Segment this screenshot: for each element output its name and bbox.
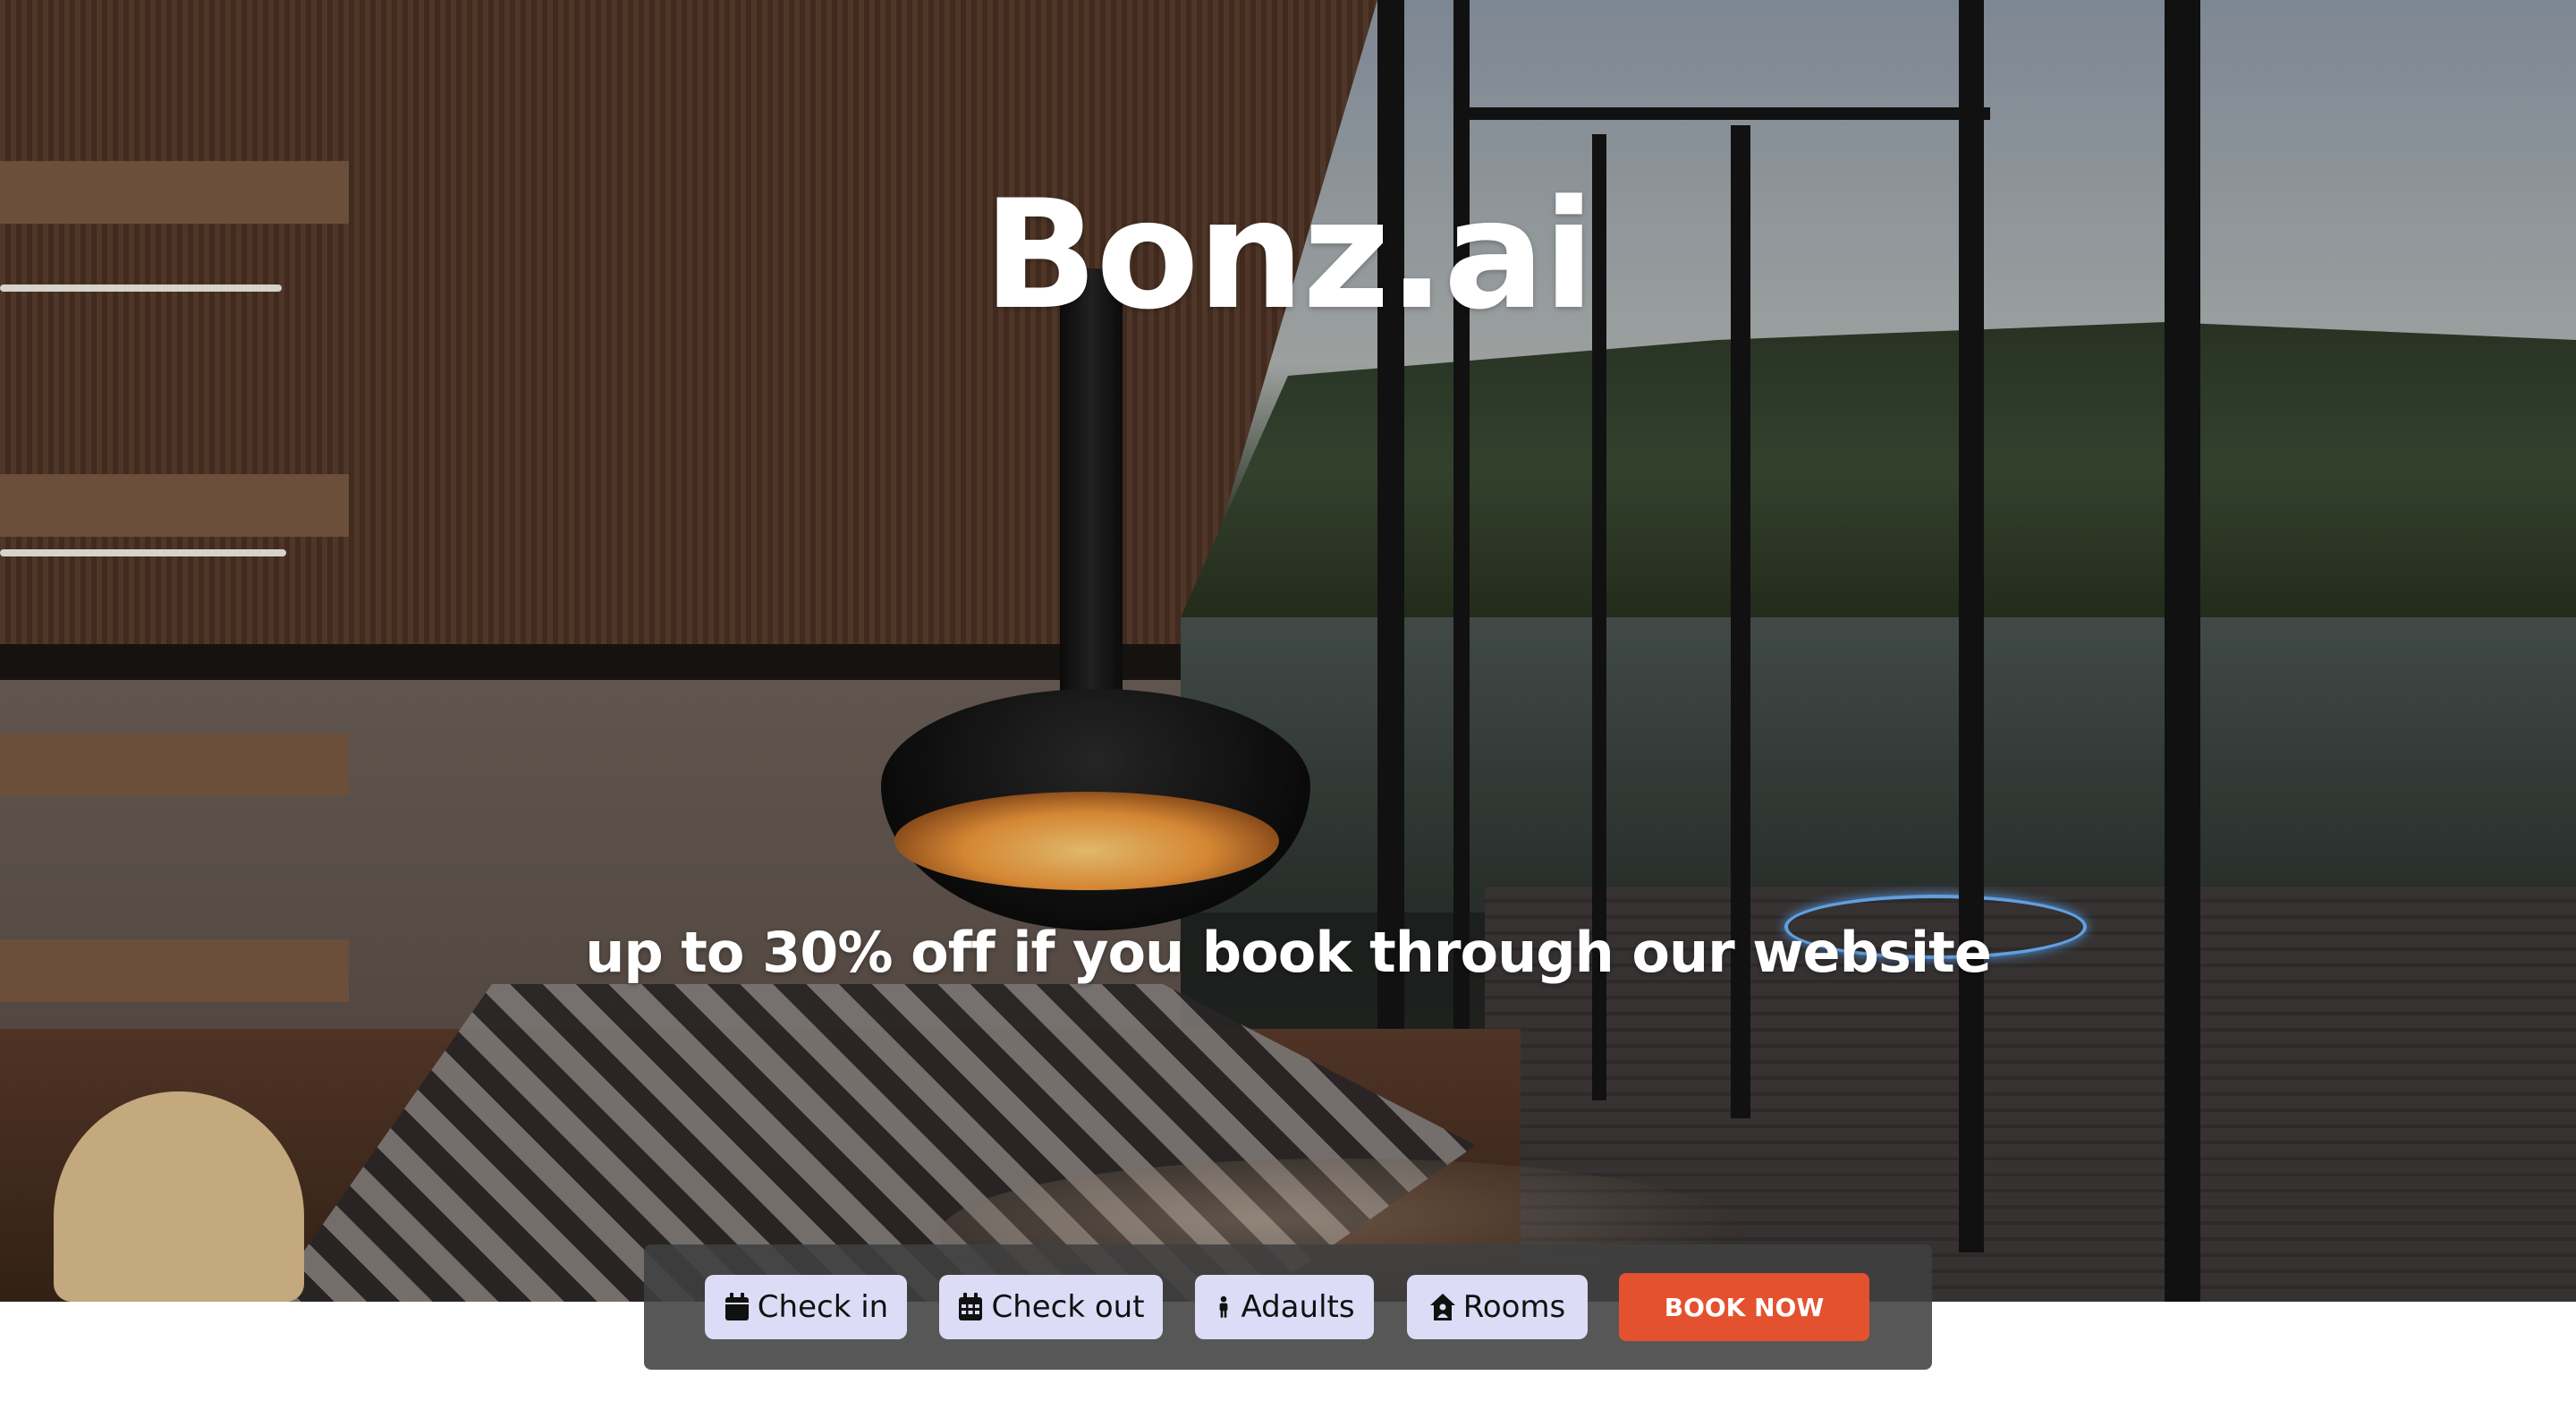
person-icon <box>1220 1295 1228 1318</box>
house-user-icon <box>1429 1294 1455 1320</box>
check-in-label: Check in <box>757 1289 889 1325</box>
check-out-button[interactable]: Check out <box>939 1275 1163 1339</box>
check-in-button[interactable]: Check in <box>705 1275 907 1339</box>
adults-label: Adaults <box>1241 1289 1355 1325</box>
calendar-icon <box>724 1293 749 1320</box>
rooms-label: Rooms <box>1462 1289 1566 1325</box>
booking-bar: Check in Check out Adaults Rooms BOOK NO… <box>644 1244 1932 1370</box>
check-out-label: Check out <box>991 1289 1145 1325</box>
calendar-grid-icon <box>959 1293 983 1320</box>
brand-title: Bonz.ai <box>983 167 1595 343</box>
promo-text: up to 30% off if you book through our we… <box>585 920 1992 985</box>
adults-button[interactable]: Adaults <box>1195 1275 1374 1339</box>
book-now-button[interactable]: BOOK NOW <box>1619 1273 1869 1341</box>
rooms-button[interactable]: Rooms <box>1407 1275 1588 1339</box>
